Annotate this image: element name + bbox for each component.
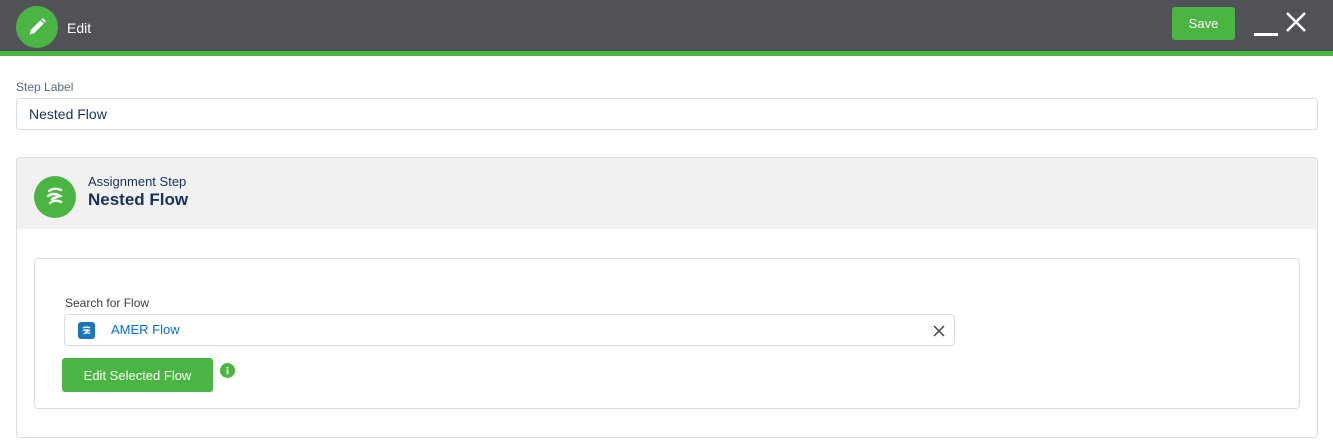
card-subtitle: Assignment Step [88, 174, 187, 189]
close-icon [933, 325, 945, 337]
header-title: Edit [67, 20, 92, 36]
card-header: Assignment Step Nested Flow [17, 158, 1317, 229]
assignment-step-card: Assignment Step Nested Flow Search for F… [16, 157, 1318, 438]
selected-flow-link[interactable]: AMER Flow [111, 322, 180, 337]
pencil-icon [16, 6, 58, 48]
minimize-icon [1254, 33, 1278, 36]
info-icon[interactable] [220, 363, 235, 378]
clear-selection-button[interactable] [930, 322, 948, 340]
save-button[interactable]: Save [1172, 7, 1235, 40]
close-button[interactable] [1284, 10, 1308, 38]
step-label-input[interactable] [16, 98, 1318, 130]
flow-icon [34, 176, 76, 218]
close-icon [1286, 12, 1306, 32]
flow-selection-panel: Search for Flow AMER Flow Edit Selected … [34, 258, 1300, 409]
minimize-button[interactable] [1252, 8, 1280, 38]
flow-lookup-field[interactable]: AMER Flow [64, 314, 955, 346]
flow-icon [78, 322, 95, 339]
step-label-label: Step Label [16, 80, 74, 94]
search-for-flow-label: Search for Flow [65, 296, 150, 310]
header-bar: Edit Save [0, 0, 1333, 56]
edit-selected-flow-button[interactable]: Edit Selected Flow [62, 358, 213, 392]
card-title: Nested Flow [88, 190, 189, 209]
